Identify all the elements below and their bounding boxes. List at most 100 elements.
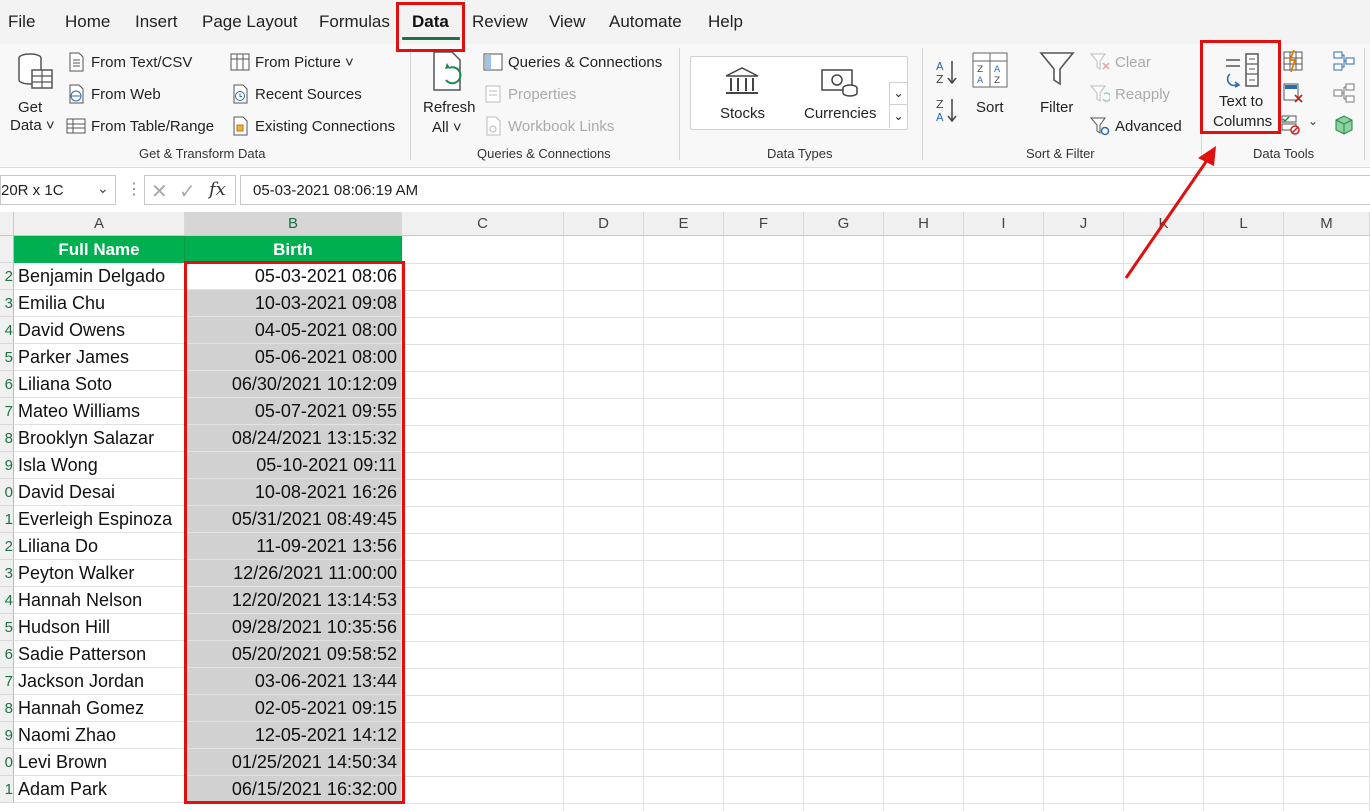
cell-birth[interactable]: 05-06-2021 08:00	[185, 344, 402, 371]
tab-home[interactable]: Home	[65, 12, 110, 32]
sort-button[interactable]: Z A A Z Sort	[968, 50, 1012, 120]
tab-review[interactable]: Review	[472, 12, 528, 32]
row-header[interactable]: 4	[0, 317, 14, 344]
column-header-c[interactable]: C	[402, 212, 564, 236]
column-header-l[interactable]: L	[1204, 212, 1284, 236]
cell-birth[interactable]: 12/20/2021 13:14:53	[185, 587, 402, 614]
queries-connections-button[interactable]: Queries & Connections	[483, 52, 662, 72]
cell-birth[interactable]: 06/30/2021 10:12:09	[185, 371, 402, 398]
cell-full-name[interactable]: Hannah Gomez	[14, 695, 185, 722]
cell-full-name[interactable]: Peyton Walker	[14, 560, 185, 587]
workbook-links-button[interactable]: Workbook Links	[483, 116, 614, 136]
row-header[interactable]: 8	[0, 425, 14, 452]
cell-birth[interactable]: 02-05-2021 09:15	[185, 695, 402, 722]
get-data-button[interactable]: Get Data ˅	[8, 48, 56, 138]
gallery-more-button[interactable]: ⌄	[889, 104, 907, 128]
from-text-csv-button[interactable]: From Text/CSV	[66, 52, 192, 72]
row-header[interactable]: 9	[0, 452, 14, 479]
corner-select-all[interactable]	[0, 212, 14, 236]
row-header[interactable]: 5	[0, 344, 14, 371]
cell-full-name[interactable]: Liliana Do	[14, 533, 185, 560]
cell-birth[interactable]: 01/25/2021 14:50:34	[185, 749, 402, 776]
consolidate-icon[interactable]	[1332, 50, 1356, 72]
cell-full-name[interactable]: Hudson Hill	[14, 614, 185, 641]
row-header[interactable]: 7	[0, 398, 14, 425]
from-picture-button[interactable]: From Picture ˅	[230, 52, 354, 72]
existing-connections-button[interactable]: Existing Connections	[230, 116, 395, 136]
cell-full-name[interactable]: Adam Park	[14, 776, 185, 803]
column-header-d[interactable]: D	[564, 212, 644, 236]
cell-birth[interactable]: 10-03-2021 09:08	[185, 290, 402, 317]
tab-help[interactable]: Help	[708, 12, 743, 32]
row-header[interactable]: 1	[0, 776, 14, 803]
tab-view[interactable]: View	[549, 12, 586, 32]
insert-function-icon[interactable]: fx	[209, 179, 226, 200]
row-header[interactable]: 2	[0, 533, 14, 560]
cell-full-name[interactable]: Brooklyn Salazar	[14, 425, 185, 452]
column-header-b[interactable]: B	[185, 212, 402, 236]
cell-full-name[interactable]: David Desai	[14, 479, 185, 506]
gallery-scroll-down-button[interactable]: ⌄	[889, 82, 907, 104]
cell-full-name[interactable]: Liliana Soto	[14, 371, 185, 398]
cell-full-name[interactable]: Mateo Williams	[14, 398, 185, 425]
row-header[interactable]: 9	[0, 722, 14, 749]
properties-button[interactable]: Properties	[483, 84, 576, 104]
cell-birth[interactable]: 05/20/2021 09:58:52	[185, 641, 402, 668]
column-header-m[interactable]: M	[1284, 212, 1370, 236]
advanced-filter-button[interactable]: Advanced	[1090, 116, 1182, 136]
cell-full-name[interactable]: Hannah Nelson	[14, 587, 185, 614]
data-validation-dropdown-icon[interactable]: ⌄	[1308, 114, 1318, 128]
cell-birth[interactable]: 11-09-2021 13:56	[185, 533, 402, 560]
from-web-button[interactable]: From Web	[66, 84, 161, 104]
header-full-name[interactable]: Full Name	[14, 236, 185, 263]
stocks-button[interactable]: Stocks	[712, 66, 772, 126]
cell-full-name[interactable]: Benjamin Delgado	[14, 263, 185, 290]
tab-page-layout[interactable]: Page Layout	[202, 12, 297, 32]
row-header[interactable]: 7	[0, 668, 14, 695]
cell-full-name[interactable]: Parker James	[14, 344, 185, 371]
row-header[interactable]: 2	[0, 263, 14, 290]
cell-full-name[interactable]: Naomi Zhao	[14, 722, 185, 749]
formula-input[interactable]: 05-03-2021 08:06:19 AM	[240, 175, 1370, 205]
column-header-i[interactable]: I	[964, 212, 1044, 236]
refresh-all-button[interactable]: Refresh All ˅	[420, 48, 476, 140]
header-birth[interactable]: Birth	[185, 236, 402, 263]
from-table-range-button[interactable]: From Table/Range	[66, 116, 214, 136]
sort-za-icon[interactable]: Z A	[935, 96, 959, 124]
clear-button[interactable]: Clear	[1090, 52, 1151, 72]
text-to-columns-button[interactable]: Text to Columns	[1206, 46, 1278, 132]
cell-birth[interactable]: 10-08-2021 16:26	[185, 479, 402, 506]
row-header[interactable]: 3	[0, 290, 14, 317]
cell-birth[interactable]: 05-07-2021 09:55	[185, 398, 402, 425]
row-header[interactable]	[0, 236, 14, 263]
column-header-h[interactable]: H	[884, 212, 964, 236]
row-header[interactable]: 0	[0, 479, 14, 506]
cell-full-name[interactable]: Emilia Chu	[14, 290, 185, 317]
cell-birth[interactable]: 12/26/2021 11:00:00	[185, 560, 402, 587]
tab-automate[interactable]: Automate	[609, 12, 682, 32]
cell-birth[interactable]: 04-05-2021 08:00	[185, 317, 402, 344]
cell-birth[interactable]: 08/24/2021 13:15:32	[185, 425, 402, 452]
currencies-button[interactable]: Currencies	[802, 66, 878, 126]
cell-full-name[interactable]: Levi Brown	[14, 749, 185, 776]
tab-insert[interactable]: Insert	[135, 12, 178, 32]
vertical-dots-icon[interactable]: ⋮	[126, 179, 142, 199]
remove-duplicates-icon[interactable]	[1282, 82, 1304, 104]
row-header[interactable]: 3	[0, 560, 14, 587]
column-header-g[interactable]: G	[804, 212, 884, 236]
row-header[interactable]: 6	[0, 371, 14, 398]
column-header-e[interactable]: E	[644, 212, 724, 236]
cell-full-name[interactable]: David Owens	[14, 317, 185, 344]
cell-birth[interactable]: 03-06-2021 13:44	[185, 668, 402, 695]
chevron-down-icon[interactable]: ⌄	[97, 180, 109, 197]
cell-birth[interactable]: 06/15/2021 16:32:00	[185, 776, 402, 803]
row-header[interactable]: 5	[0, 614, 14, 641]
flash-fill-icon[interactable]	[1282, 50, 1304, 72]
tab-data[interactable]: Data	[412, 12, 449, 32]
tab-file[interactable]: File	[8, 12, 35, 32]
filter-button[interactable]: Filter	[1035, 50, 1081, 120]
cell-full-name[interactable]: Jackson Jordan	[14, 668, 185, 695]
cell-birth[interactable]: 05/31/2021 08:49:45	[185, 506, 402, 533]
name-box[interactable]: 20R x 1C ⌄	[0, 175, 116, 205]
cell-full-name[interactable]: Everleigh Espinoza	[14, 506, 185, 533]
